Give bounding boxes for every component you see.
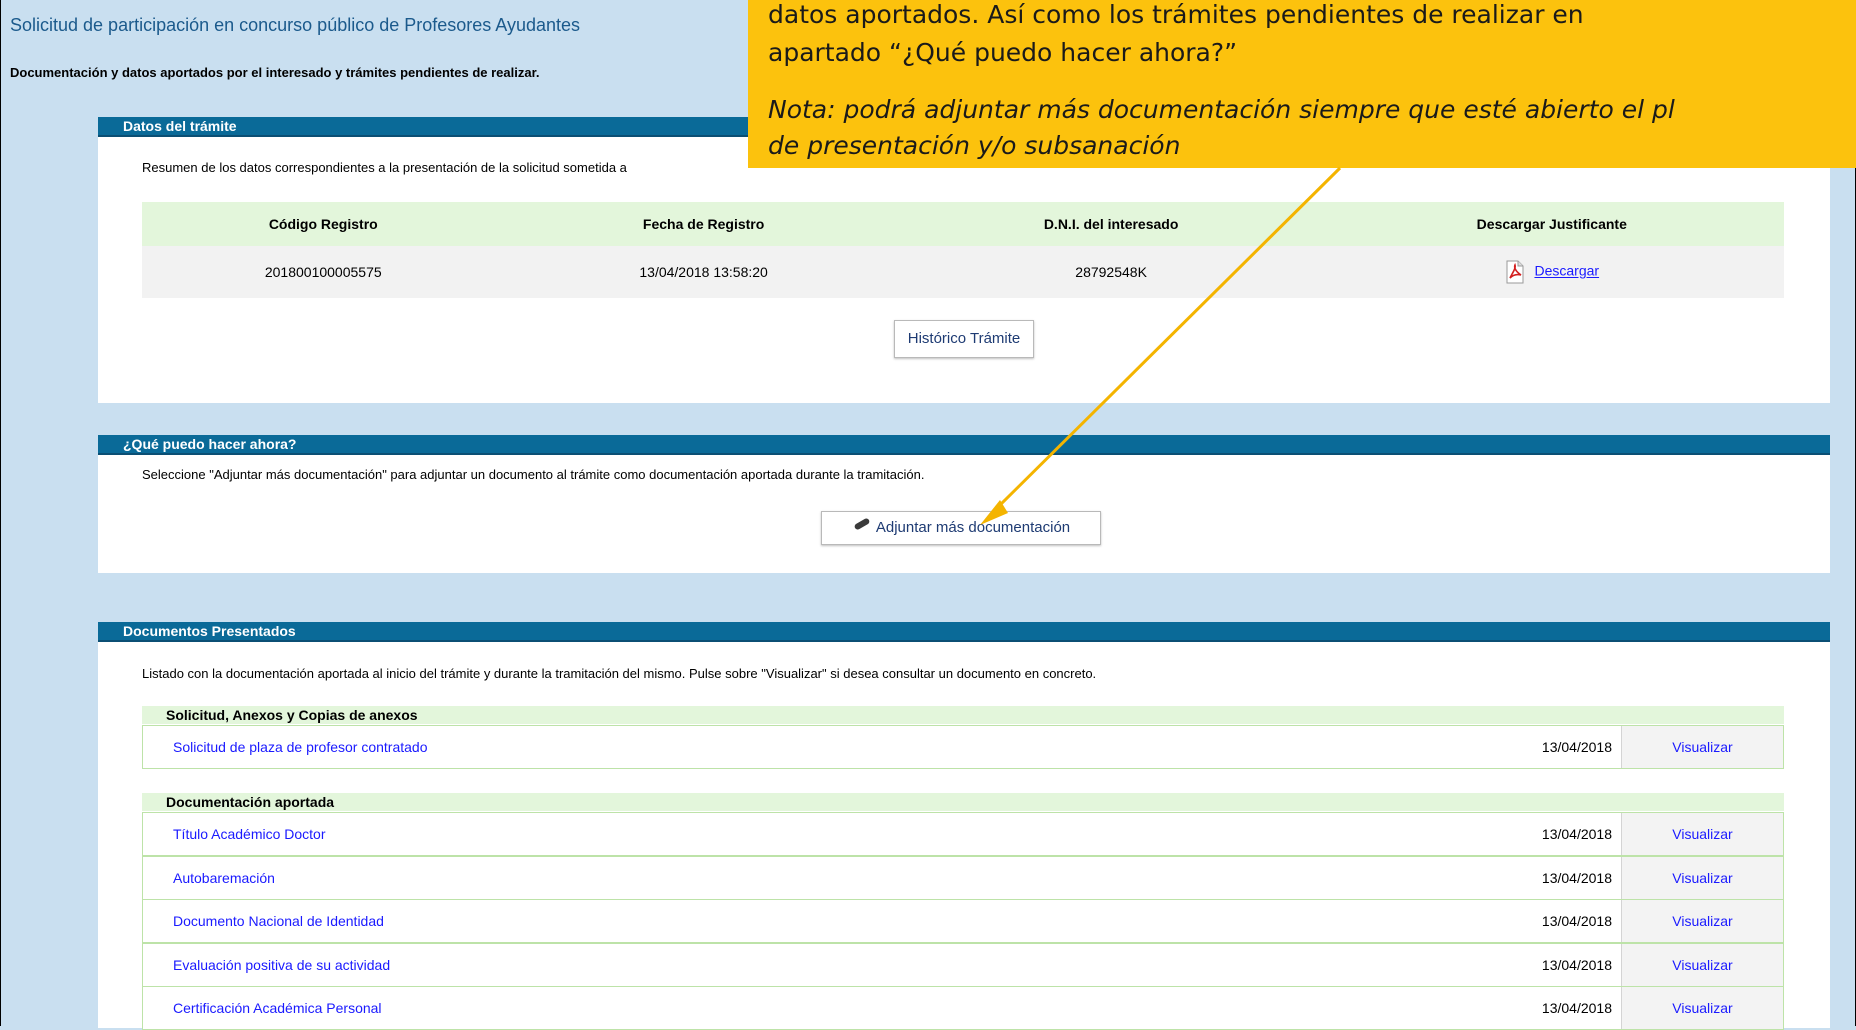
document-date: 13/04/2018 xyxy=(1541,826,1612,842)
group-documentacion: Documentación aportada xyxy=(142,793,1784,811)
cell-fecha: 13/04/2018 13:58:20 xyxy=(504,246,903,298)
document-date: 13/04/2018 xyxy=(1541,870,1612,886)
callout-line-2: apartado “¿Qué puedo hacer ahora?” xyxy=(768,38,1238,67)
list-item: Certificación Académica Personal 13/04/2… xyxy=(142,986,1784,1030)
group-solicitud: Solicitud, Anexos y Copias de anexos xyxy=(142,706,1784,724)
col-dni: D.N.I. del interesado xyxy=(902,202,1320,246)
cell-codigo: 201800100005575 xyxy=(142,246,505,298)
col-descargar: Descargar Justificante xyxy=(1319,202,1784,246)
descargar-link[interactable]: Descargar xyxy=(1534,263,1599,279)
visualizar-link[interactable]: Visualizar xyxy=(1621,726,1783,768)
col-fecha: Fecha de Registro xyxy=(504,202,903,246)
paperclip-icon xyxy=(852,512,872,544)
datos-intro: Resumen de los datos correspondientes a … xyxy=(142,160,627,175)
visualizar-link[interactable]: Visualizar xyxy=(1621,944,1783,986)
que-hacer-intro: Seleccione "Adjuntar más documentación" … xyxy=(142,467,925,482)
col-codigo: Código Registro xyxy=(142,202,505,246)
document-date: 13/04/2018 xyxy=(1541,913,1612,929)
callout-note-1: Nota: podrá adjuntar más documentación s… xyxy=(768,95,1675,124)
document-link[interactable]: Documento Nacional de Identidad xyxy=(173,913,384,929)
visualizar-link[interactable]: Visualizar xyxy=(1621,900,1783,942)
list-item: Autobaremación 13/04/2018 Visualizar xyxy=(142,856,1784,900)
document-link[interactable]: Solicitud de plaza de profesor contratad… xyxy=(173,739,428,755)
callout-note-2: de presentación y/o subsanación xyxy=(768,131,1181,160)
group-title: Documentación aportada xyxy=(166,794,335,810)
adjuntar-label: Adjuntar más documentación xyxy=(875,519,1071,536)
list-item: Documento Nacional de Identidad 13/04/20… xyxy=(142,899,1784,943)
cell-dni: 28792548K xyxy=(902,246,1320,298)
callout-line-1: datos aportados. Así como los trámites p… xyxy=(768,0,1584,29)
que-hacer-panel: ¿Qué puedo hacer ahora? Seleccione "Adju… xyxy=(98,435,1830,573)
document-date: 13/04/2018 xyxy=(1541,1000,1612,1016)
datos-table-row: 201800100005575 13/04/2018 13:58:20 2879… xyxy=(142,246,1784,298)
document-link[interactable]: Evaluación positiva de su actividad xyxy=(173,957,390,973)
visualizar-link[interactable]: Visualizar xyxy=(1621,857,1783,899)
annotation-callout: datos aportados. Así como los trámites p… xyxy=(748,0,1856,168)
document-date: 13/04/2018 xyxy=(1541,739,1612,755)
datos-table: Código Registro Fecha de Registro D.N.I.… xyxy=(142,202,1784,298)
cell-descargar: Descargar xyxy=(1319,246,1784,298)
adjuntar-documentacion-button[interactable]: Adjuntar más documentación xyxy=(821,511,1101,545)
page-subtitle: Documentación y datos aportados por el i… xyxy=(10,65,540,80)
visualizar-link[interactable]: Visualizar xyxy=(1621,987,1783,1029)
list-item: Solicitud de plaza de profesor contratad… xyxy=(142,725,1784,769)
pdf-icon xyxy=(1504,260,1526,284)
datos-table-header: Código Registro Fecha de Registro D.N.I.… xyxy=(142,202,1784,246)
documentos-header: Documentos Presentados xyxy=(98,622,1830,642)
document-date: 13/04/2018 xyxy=(1541,957,1612,973)
visualizar-link[interactable]: Visualizar xyxy=(1621,813,1783,855)
que-hacer-header: ¿Qué puedo hacer ahora? xyxy=(98,435,1830,455)
list-item: Evaluación positiva de su actividad 13/0… xyxy=(142,943,1784,987)
document-link[interactable]: Certificación Académica Personal xyxy=(173,1000,382,1016)
documentos-panel: Documentos Presentados Listado con la do… xyxy=(98,622,1830,1030)
documentos-intro: Listado con la documentación aportada al… xyxy=(142,666,1097,681)
document-link[interactable]: Autobaremación xyxy=(173,870,275,886)
page-title: Solicitud de participación en concurso p… xyxy=(10,15,581,35)
historico-tramite-button[interactable]: Histórico Trámite xyxy=(894,320,1034,358)
list-item: Título Académico Doctor 13/04/2018 Visua… xyxy=(142,812,1784,856)
group-title: Solicitud, Anexos y Copias de anexos xyxy=(166,707,418,723)
document-link[interactable]: Título Académico Doctor xyxy=(173,826,326,842)
